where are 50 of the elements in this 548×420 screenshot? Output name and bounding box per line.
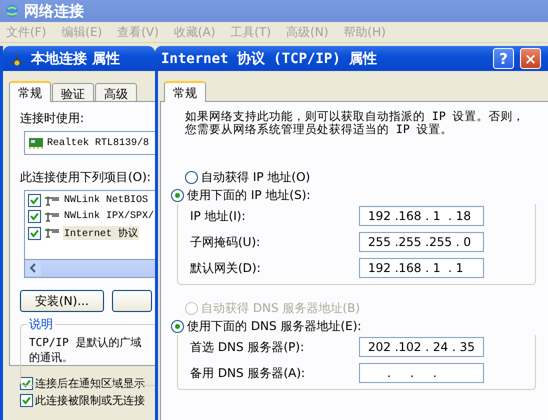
field-label: 备用 DNS 服务器(A): bbox=[190, 364, 306, 382]
description-text: TCP/IP 是默认的广域 的通讯。 bbox=[29, 335, 142, 365]
connect-using-label: 连接时使用: bbox=[20, 110, 86, 127]
window-title: 网络连接 bbox=[24, 2, 84, 20]
field-label: IP 地址(I): bbox=[190, 208, 246, 224]
radio-label: 自动获得 DNS 服务器地址(B) bbox=[201, 300, 360, 316]
ip-address-field[interactable]: 202 .102 . 24 . 35 bbox=[359, 337, 484, 357]
tab[interactable]: 常规 bbox=[164, 81, 206, 102]
tab[interactable]: 常规 bbox=[9, 81, 51, 102]
radio-label: 自动获得 IP 地址(O) bbox=[201, 168, 310, 186]
tab[interactable]: 高级 bbox=[95, 83, 137, 101]
tab[interactable]: 验证 bbox=[52, 83, 94, 101]
help-button[interactable]: ? bbox=[493, 48, 514, 69]
ip-address-field[interactable]: . . . bbox=[359, 363, 484, 383]
horizontal-scrollbar[interactable] bbox=[24, 260, 155, 278]
close-button[interactable]: × bbox=[520, 48, 541, 69]
dialog-title: Internet 协议 (TCP/IP) 属性 bbox=[161, 50, 378, 68]
component-item[interactable]: NWLink IPX/SPX/ bbox=[63, 211, 155, 222]
checkbox[interactable] bbox=[20, 394, 33, 407]
install-button[interactable]: 安装(N)... bbox=[20, 290, 104, 312]
network-protocol-icon bbox=[44, 228, 60, 238]
radio-label: 使用下面的 IP 地址(S): bbox=[187, 186, 310, 204]
checkbox-label: 此连接被限制或无连接 bbox=[35, 393, 145, 408]
field-label: 首选 DNS 服务器(P): bbox=[190, 338, 304, 356]
radio-button[interactable] bbox=[171, 188, 184, 202]
network-card-icon bbox=[28, 137, 44, 149]
dialog-title: 本地连接 属性 bbox=[31, 50, 120, 68]
uninstall-button[interactable] bbox=[112, 290, 152, 312]
component-item[interactable]: Internet 协议 bbox=[63, 226, 140, 240]
items-label: 此连接使用下列项目(O): bbox=[20, 169, 152, 186]
adapter-field: Realtek RTL8139/8 bbox=[24, 131, 155, 155]
radio-button[interactable] bbox=[185, 170, 198, 184]
radio-button[interactable] bbox=[171, 320, 184, 332]
field-label: 子网掩码(U): bbox=[190, 234, 260, 250]
checkbox[interactable] bbox=[28, 194, 41, 207]
checkbox[interactable] bbox=[20, 377, 33, 390]
network-globe-icon bbox=[4, 3, 20, 19]
checkbox[interactable] bbox=[28, 210, 41, 223]
network-protocol-icon bbox=[44, 196, 60, 206]
component-item[interactable]: NWLink NetBIOS bbox=[63, 195, 150, 206]
checkbox[interactable] bbox=[28, 226, 41, 240]
group-title: 说明 bbox=[27, 316, 55, 333]
intro-text: 如果网络支持此功能，则可以获取自动指派的 IP 设置。否则， 您需要从网络系统管理员处获得适当的 IP 设置。 bbox=[185, 110, 526, 136]
scroll-left-icon bbox=[25, 260, 41, 276]
radio-label: 使用下面的 DNS 服务器地址(E): bbox=[187, 318, 362, 334]
ip-address-field[interactable]: 192 .168 . 1 . 1 bbox=[359, 258, 484, 278]
ip-address-field[interactable]: 192 .168 . 1 . 18 bbox=[359, 206, 484, 226]
field-label: 默认网关(D): bbox=[190, 260, 261, 276]
ip-address-field[interactable]: 255 .255 .255 . 0 bbox=[359, 232, 484, 252]
network-protocol-icon bbox=[44, 212, 60, 222]
